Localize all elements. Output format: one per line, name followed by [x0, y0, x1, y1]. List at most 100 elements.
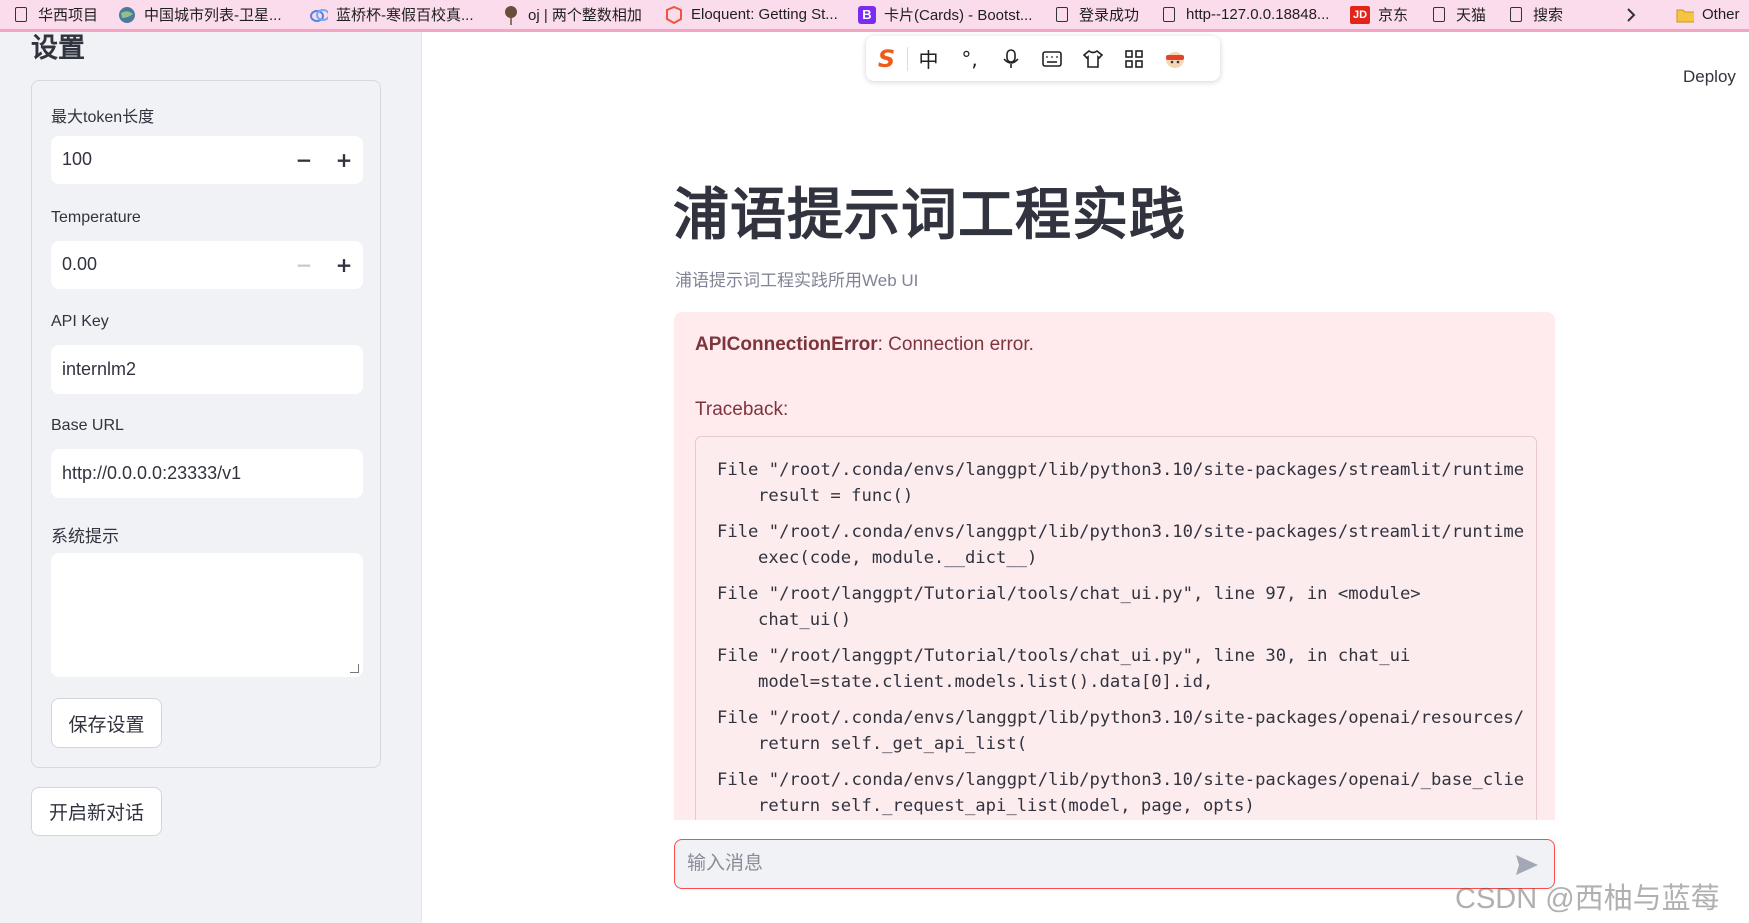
bookmark-label: 华西项目 [38, 7, 99, 24]
avatar-icon[interactable] [1154, 36, 1195, 81]
temperature-label: Temperature [51, 209, 141, 226]
chat-input[interactable] [687, 850, 1487, 878]
error-header: APIConnectionError: Connection error. [695, 334, 1034, 356]
increment-button[interactable]: + [327, 249, 361, 281]
api-key-value[interactable]: internlm2 [62, 359, 136, 380]
settings-form: 最大token长度 100 − + Temperature 0.00 − + A… [31, 80, 381, 768]
document-icon [1160, 6, 1178, 24]
frame-file: File "/root/langgpt/Tutorial/tools/chat_… [717, 584, 1421, 604]
frame-code: result = func() [758, 486, 914, 506]
sidebar-title: 设置 [31, 33, 85, 64]
max-tokens-input[interactable]: 100 − + [51, 136, 363, 184]
bookmark-item[interactable]: http--127.0.0.18848... [1160, 0, 1329, 29]
max-tokens-value[interactable]: 100 [62, 149, 92, 170]
frame-file: File "/root/.conda/envs/langgpt/lib/pyth… [717, 460, 1525, 480]
toolbox-grid-icon[interactable] [1113, 36, 1154, 81]
document-icon [12, 6, 30, 24]
save-settings-button[interactable]: 保存设置 [51, 698, 162, 748]
globe-icon [118, 6, 136, 24]
bookmarks-bar: 华西项目 中国城市列表-卫星... 蓝桥杯-寒假百校真... oj | 两个整数… [0, 0, 1749, 32]
bookmark-item[interactable]: B 卡片(Cards) - Bootst... [858, 0, 1032, 29]
system-prompt-label: 系统提示 [51, 527, 119, 546]
document-icon [1430, 6, 1448, 24]
bookmark-label: 登录成功 [1079, 7, 1140, 24]
bookmark-label: oj | 两个整数相加 [528, 7, 642, 24]
bookmark-item[interactable]: 中国城市列表-卫星... [118, 0, 282, 29]
error-message: : Connection error. [877, 334, 1034, 355]
document-icon [1053, 6, 1071, 24]
ime-punctuation-toggle[interactable]: °, [949, 36, 990, 81]
frame-file: File "/root/.conda/envs/langgpt/lib/pyth… [717, 708, 1525, 728]
skin-shirt-icon[interactable] [1072, 36, 1113, 81]
traceback-frame: File "/root/.conda/envs/langgpt/lib/pyth… [717, 705, 1524, 757]
chevron-right-icon [1622, 6, 1640, 24]
traceback-frame: File "/root/.conda/envs/langgpt/lib/pyth… [717, 519, 1524, 571]
frame-code: return self._get_api_list( [758, 734, 1028, 754]
frame-file: File "/root/langgpt/Tutorial/tools/chat_… [717, 646, 1411, 666]
more-bookmarks-button[interactable] [1622, 0, 1648, 29]
bootstrap-icon: B [858, 5, 876, 24]
microphone-icon[interactable] [990, 36, 1031, 81]
error-type: APIConnectionError [695, 334, 878, 355]
deploy-button[interactable]: Deploy [1683, 67, 1736, 87]
base-url-label: Base URL [51, 417, 124, 434]
document-icon [1507, 6, 1525, 24]
bookmark-label: 卡片(Cards) - Bootst... [884, 7, 1033, 24]
api-key-label: API Key [51, 313, 109, 330]
bookmark-label: Eloquent: Getting St... [691, 6, 838, 23]
bookmark-item[interactable]: JD 京东 [1350, 0, 1408, 29]
bookmark-item[interactable]: Eloquent: Getting St... [665, 0, 838, 29]
laravel-icon [665, 5, 683, 24]
api-key-input[interactable]: internlm2 [51, 345, 363, 394]
bookmark-item[interactable]: 天猫 [1430, 0, 1486, 29]
traceback-frame: File "/root/langgpt/Tutorial/tools/chat_… [717, 581, 1421, 633]
balloon-icon [502, 5, 520, 25]
bookmark-label: 天猫 [1456, 7, 1487, 24]
bookmark-label: Other [1702, 6, 1740, 23]
error-box: APIConnectionError: Connection error. Tr… [674, 312, 1555, 820]
temperature-input[interactable]: 0.00 − + [51, 241, 363, 289]
traceback-frame: File "/root/.conda/envs/langgpt/lib/pyth… [717, 457, 1524, 509]
ime-toolbar: S 中 °, [866, 36, 1220, 81]
resize-handle-icon[interactable] [350, 664, 359, 673]
decrement-button[interactable]: − [287, 144, 321, 176]
bookmark-item[interactable]: oj | 两个整数相加 [502, 0, 642, 29]
traceback-frame: File "/root/.conda/envs/langgpt/lib/pyth… [717, 767, 1524, 819]
bookmark-item[interactable]: 蓝桥杯-寒假百校真... [310, 0, 474, 29]
folder-icon [1676, 6, 1694, 24]
traceback-frame: File "/root/langgpt/Tutorial/tools/chat_… [717, 643, 1410, 695]
system-prompt-textarea[interactable] [51, 553, 363, 677]
watermark: CSDN @西柚与蓝莓 [1455, 883, 1720, 915]
sogou-logo-icon[interactable]: S [866, 36, 907, 81]
jd-icon: JD [1350, 5, 1370, 24]
page-subtitle: 浦语提示词工程实践所用Web UI [675, 271, 919, 290]
chat-input-box[interactable] [674, 839, 1555, 889]
frame-file: File "/root/.conda/envs/langgpt/lib/pyth… [717, 770, 1525, 790]
frame-code: exec(code, module.__dict__) [758, 548, 1038, 568]
sidebar: 设置 最大token长度 100 − + Temperature 0.00 − … [0, 32, 422, 923]
frame-code: model=state.client.models.list().data[0]… [758, 672, 1214, 692]
bookmark-label: http--127.0.0.18848... [1186, 6, 1330, 23]
bookmark-label: 蓝桥杯-寒假百校真... [336, 7, 474, 24]
traceback-label: Traceback: [695, 399, 789, 420]
frame-file: File "/root/.conda/envs/langgpt/lib/pyth… [717, 522, 1525, 542]
base-url-input[interactable]: http://0.0.0.0:23333/v1 [51, 449, 363, 498]
keyboard-icon[interactable] [1031, 36, 1072, 81]
temperature-value[interactable]: 0.00 [62, 254, 97, 275]
decrement-button[interactable]: − [287, 249, 321, 281]
bookmark-item[interactable]: 登录成功 [1053, 0, 1139, 29]
bookmark-item[interactable]: 搜索 [1507, 0, 1563, 29]
bookmark-label: 中国城市列表-卫星... [144, 7, 282, 24]
frame-code: chat_ui() [758, 610, 852, 630]
new-chat-button[interactable]: 开启新对话 [31, 787, 162, 836]
page-title: 浦语提示词工程实践 [673, 183, 1186, 248]
increment-button[interactable]: + [327, 144, 361, 176]
max-tokens-label: 最大token长度 [51, 109, 155, 126]
bookmark-folder-other[interactable]: Other [1676, 0, 1740, 29]
ime-language-toggle[interactable]: 中 [908, 36, 949, 81]
bookmark-item[interactable]: 华西项目 [12, 0, 98, 29]
frame-code: return self._request_api_list(model, pag… [758, 796, 1255, 816]
bookmark-label: 搜索 [1533, 7, 1564, 24]
base-url-value[interactable]: http://0.0.0.0:23333/v1 [62, 463, 241, 484]
traceback-code-block[interactable]: File "/root/.conda/envs/langgpt/lib/pyth… [695, 436, 1537, 820]
